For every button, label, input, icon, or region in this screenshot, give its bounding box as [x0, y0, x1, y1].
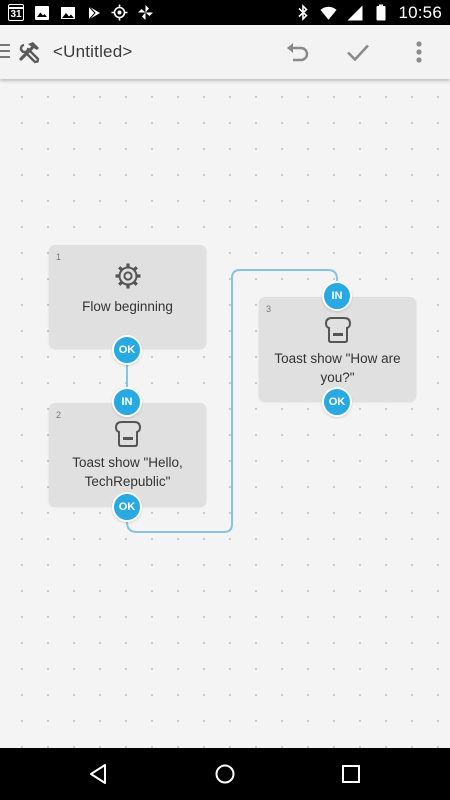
- recents-icon[interactable]: [338, 761, 364, 787]
- calendar-icon: 31: [8, 4, 24, 21]
- toast-icon: [323, 315, 353, 345]
- back-icon[interactable]: [86, 761, 112, 787]
- block-label: Flow beginning: [82, 299, 173, 314]
- block-number: 3: [266, 304, 272, 314]
- block-number: 1: [56, 252, 62, 262]
- gallery-icon: [59, 4, 76, 21]
- nav-bar: [0, 748, 450, 800]
- notification-icons: 31: [8, 4, 154, 21]
- flow-block-2[interactable]: 2 Toast show "Hello, TechRepublic": [49, 403, 206, 506]
- home-icon[interactable]: [212, 761, 238, 787]
- status-bar: 31 10:56: [0, 0, 450, 25]
- block-2-in-port[interactable]: IN: [112, 387, 142, 417]
- more-vert-icon[interactable]: [405, 38, 433, 66]
- toolbar: <Untitled>: [0, 25, 450, 79]
- block-3-ok-port[interactable]: OK: [322, 387, 352, 417]
- block-label: Toast show "Hello, TechRepublic": [72, 455, 183, 489]
- check-icon[interactable]: [344, 38, 372, 66]
- flow-block-3[interactable]: 3 Toast show "How are you?": [259, 297, 416, 401]
- battery-icon: [372, 4, 389, 21]
- block-3-in-port[interactable]: IN: [322, 281, 352, 311]
- pinwheel-icon: [137, 4, 154, 21]
- calendar-day: 31: [10, 9, 22, 20]
- block-label: Toast show "How are you?": [274, 351, 401, 385]
- play-store-icon: [85, 4, 102, 21]
- flow-title[interactable]: <Untitled>: [53, 42, 133, 62]
- drawer-handle-icon[interactable]: [0, 44, 10, 60]
- block-1-ok-port[interactable]: OK: [112, 335, 142, 365]
- bluetooth-icon: [294, 4, 311, 21]
- tools-icon[interactable]: [17, 39, 43, 65]
- signal-icon: [346, 4, 363, 21]
- block-number: 2: [56, 410, 62, 420]
- image-icon: [33, 4, 50, 21]
- system-icons: 10:56: [294, 3, 442, 23]
- gear-icon: [113, 261, 143, 291]
- block-2-ok-port[interactable]: OK: [112, 492, 142, 522]
- gps-icon: [111, 4, 128, 21]
- flow-block-1[interactable]: 1 Flow beginning: [49, 245, 206, 348]
- wifi-icon: [320, 4, 338, 21]
- undo-icon[interactable]: [283, 38, 311, 66]
- clock: 10:56: [398, 2, 442, 22]
- toast-icon: [113, 419, 143, 449]
- flow-canvas[interactable]: 1 Flow beginning OK 2 Toast show "Hello,: [0, 79, 450, 748]
